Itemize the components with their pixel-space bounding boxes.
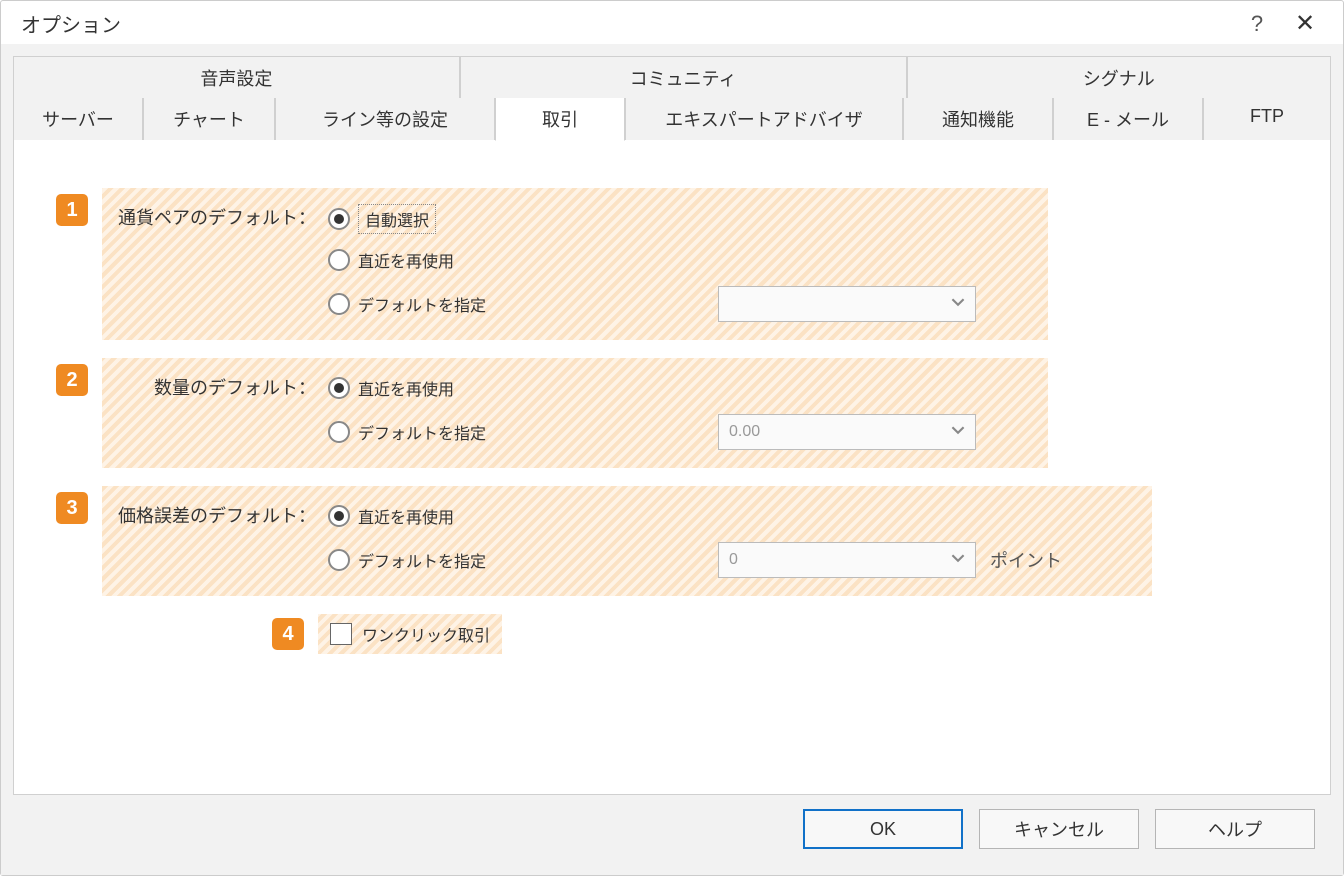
ok-button[interactable]: OK (803, 809, 963, 849)
deviation-reuse-radio[interactable]: 直近を再使用 (328, 504, 718, 528)
badge-2: 2 (56, 364, 88, 396)
tab-trade[interactable]: 取引 (495, 98, 625, 141)
tab-content: 1 通貨ペアのデフォルト： 自動選択 直 (13, 140, 1331, 795)
symbol-reuse-radio[interactable]: 直近を再使用 (328, 248, 718, 272)
badge-3: 3 (56, 492, 88, 524)
badge-4: 4 (272, 618, 304, 650)
chevron-down-icon (951, 551, 965, 570)
volume-default-combo[interactable]: 0.00 (718, 414, 976, 450)
one-click-label: ワンクリック取引 (362, 622, 490, 646)
radio-icon (328, 549, 350, 571)
cancel-button[interactable]: キャンセル (979, 809, 1139, 849)
tab-line-settings[interactable]: ライン等の設定 (275, 98, 495, 141)
tab-sound[interactable]: 音声設定 (13, 56, 460, 99)
symbol-default-radio[interactable]: デフォルトを指定 (328, 292, 718, 316)
volume-default-opt-label: デフォルトを指定 (358, 420, 486, 444)
tab-expert-advisor[interactable]: エキスパートアドバイザ (625, 98, 903, 141)
deviation-default-combo[interactable]: 0 (718, 542, 976, 578)
tab-notification[interactable]: 通知機能 (903, 98, 1053, 141)
help-button[interactable]: ヘルプ (1155, 809, 1315, 849)
tab-ftp[interactable]: FTP (1203, 98, 1331, 141)
symbol-default-label: 通貨ペアのデフォルト： (110, 198, 328, 328)
help-icon[interactable]: ? (1233, 11, 1281, 37)
deviation-reuse-label: 直近を再使用 (358, 504, 454, 528)
volume-default-radio[interactable]: デフォルトを指定 (328, 420, 718, 444)
symbol-auto-label: 自動選択 (358, 204, 436, 234)
chevron-down-icon (951, 423, 965, 442)
deviation-unit: ポイント (990, 547, 1062, 573)
dialog-footer: OK キャンセル ヘルプ (13, 795, 1331, 863)
deviation-default-radio[interactable]: デフォルトを指定 (328, 548, 718, 572)
tab-signal[interactable]: シグナル (907, 56, 1332, 99)
close-icon[interactable]: ✕ (1281, 9, 1329, 38)
deviation-default-opt-label: デフォルトを指定 (358, 548, 486, 572)
window-title: オプション (21, 9, 1233, 38)
combo-value: 0 (729, 551, 738, 569)
combo-value: 0.00 (729, 423, 760, 441)
symbol-default-opt-label: デフォルトを指定 (358, 292, 486, 316)
radio-icon (328, 208, 350, 230)
badge-1: 1 (56, 194, 88, 226)
one-click-checkbox[interactable] (330, 623, 352, 645)
tab-server[interactable]: サーバー (13, 98, 143, 141)
volume-default-label: 数量のデフォルト： (110, 368, 328, 456)
symbol-reuse-label: 直近を再使用 (358, 248, 454, 272)
radio-icon (328, 421, 350, 443)
radio-icon (328, 505, 350, 527)
tab-bar: 音声設定 コミュニティ シグナル サーバー チャート ライン等の設定 取引 エキ… (13, 56, 1331, 140)
radio-icon (328, 249, 350, 271)
radio-icon (328, 293, 350, 315)
volume-reuse-radio[interactable]: 直近を再使用 (328, 376, 718, 400)
symbol-auto-radio[interactable]: 自動選択 (328, 204, 718, 234)
deviation-default-label: 価格誤差のデフォルト： (110, 496, 328, 584)
radio-icon (328, 377, 350, 399)
volume-reuse-label: 直近を再使用 (358, 376, 454, 400)
symbol-default-combo[interactable] (718, 286, 976, 322)
tab-email[interactable]: E - メール (1053, 98, 1203, 141)
tab-community[interactable]: コミュニティ (460, 56, 907, 99)
chevron-down-icon (951, 295, 965, 314)
tab-chart[interactable]: チャート (143, 98, 275, 141)
